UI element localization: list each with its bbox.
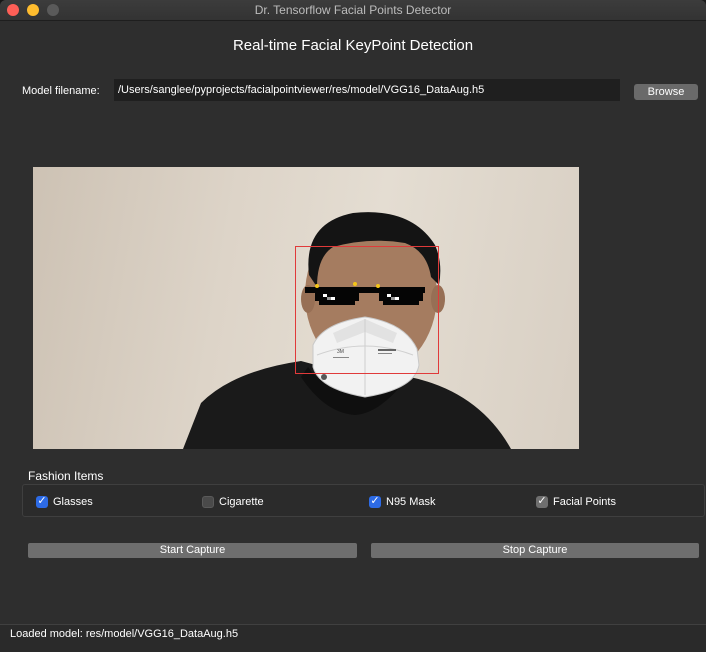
glasses-label: Glasses [53, 495, 93, 508]
status-message: Loaded model: res/model/VGG16_DataAug.h5 [10, 628, 239, 640]
cigarette-checkbox[interactable]: Cigarette [202, 495, 264, 508]
start-capture-button[interactable]: Start Capture [28, 543, 357, 558]
n95-mask-checkbox-box[interactable]: ✓ [369, 494, 381, 508]
cigarette-checkbox-box[interactable] [202, 495, 214, 508]
app-window: Dr. Tensorflow Facial Points Detector Re… [0, 0, 706, 652]
facial-points-label: Facial Points [553, 495, 616, 508]
checkmark-icon: ✓ [370, 494, 380, 507]
window-title: Dr. Tensorflow Facial Points Detector [254, 3, 452, 17]
n95-mask-label: N95 Mask [386, 495, 436, 508]
facial-points-checkbox[interactable]: ✓ Facial Points [536, 495, 616, 508]
title-bar[interactable]: Dr. Tensorflow Facial Points Detector [0, 0, 706, 21]
app-heading: Real-time Facial KeyPoint Detection [232, 37, 474, 54]
browse-button[interactable]: Browse [634, 84, 698, 100]
checkmark-icon: ✓ [537, 494, 547, 507]
model-filename-input[interactable]: /Users/sanglee/pyprojects/facialpointvie… [114, 79, 620, 101]
facial-points-checkbox-box[interactable]: ✓ [536, 494, 548, 508]
stop-capture-button[interactable]: Stop Capture [371, 543, 699, 558]
glasses-checkbox-box[interactable]: ✓ [36, 494, 48, 508]
cigarette-label: Cigarette [219, 495, 264, 508]
model-filename-label: Model filename: [22, 85, 100, 97]
n95-mask-checkbox[interactable]: ✓ N95 Mask [369, 495, 436, 508]
face-bounding-box [295, 246, 439, 374]
glasses-checkbox[interactable]: ✓ Glasses [36, 495, 93, 508]
checkmark-icon: ✓ [37, 494, 47, 507]
fashion-items-title: Fashion Items [28, 469, 104, 483]
camera-preview: 3M [33, 167, 579, 449]
